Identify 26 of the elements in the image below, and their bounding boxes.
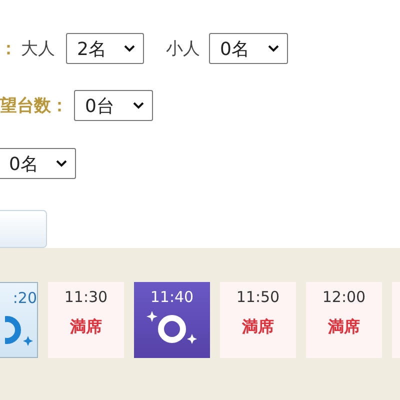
submit-button[interactable] [0, 210, 47, 248]
status-text: 満席 [242, 317, 274, 338]
time-slot[interactable]: 11:30 満席 [48, 282, 124, 358]
status-text: 満席 [70, 317, 102, 338]
time-slot[interactable]: 12:00 満席 [306, 282, 382, 358]
time-slot[interactable]: :20 [0, 282, 38, 358]
label-colon: ： [0, 38, 17, 60]
slot-time: :20 [12, 288, 37, 308]
select-field[interactable]: 0台 [74, 90, 153, 121]
chevron-icon [268, 45, 279, 52]
chevron-icon [56, 160, 67, 167]
units-label: 望台数： [0, 95, 68, 117]
slot-time: 12:00 [322, 287, 366, 307]
slot-time: 11:30 [64, 287, 108, 307]
time-slot[interactable]: 11:50 満席 [220, 282, 296, 358]
chevron-icon [133, 102, 144, 109]
select-field[interactable]: 2名 [66, 33, 144, 64]
slot-time: 11:40 [150, 287, 194, 307]
status-text: 満席 [328, 317, 360, 338]
child-label: 小人 [166, 38, 200, 60]
time-slot[interactable]: 11:40 [134, 282, 210, 358]
adult-label: 大人 [21, 38, 55, 60]
select-field[interactable]: 0名 [0, 148, 76, 179]
select-field[interactable]: 0名 [209, 33, 288, 64]
slot-time: 11:50 [236, 287, 280, 307]
chevron-icon [124, 45, 135, 52]
